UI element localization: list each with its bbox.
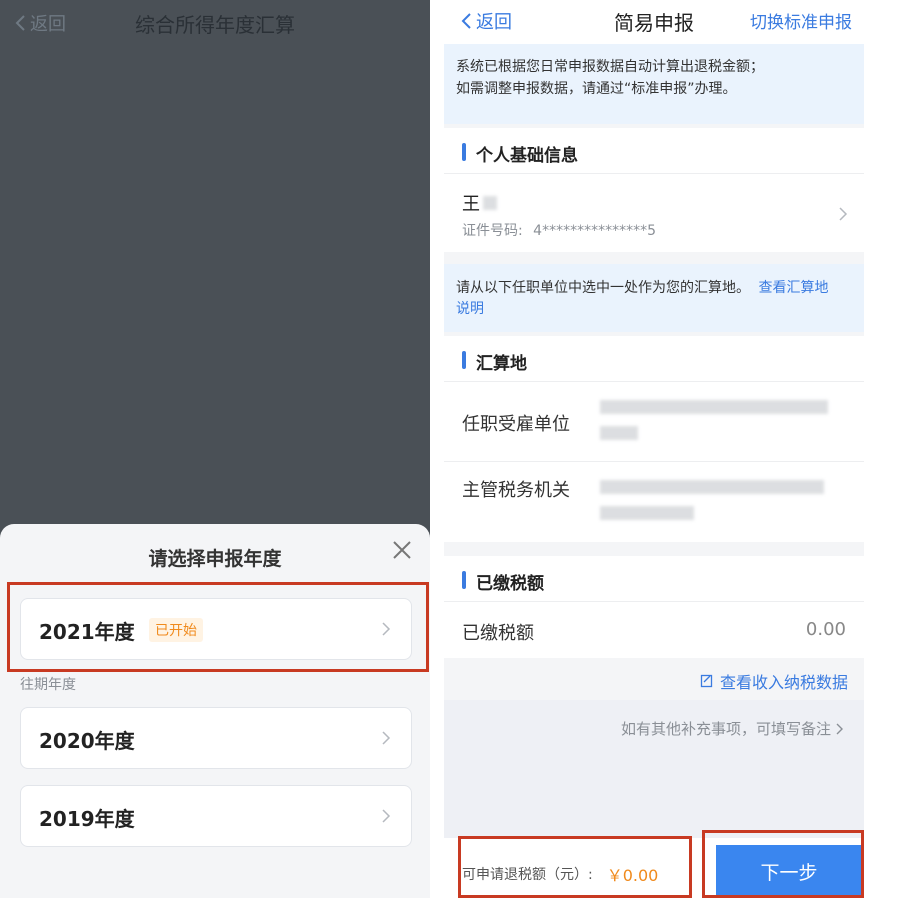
redacted-office-line2: [600, 506, 694, 520]
tax-office-label: 主管税务机关: [462, 480, 570, 501]
edit-note-icon: [700, 674, 713, 688]
view-income-link[interactable]: 查看收入纳税数据: [700, 669, 848, 693]
sheet-title: 请选择申报年度: [148, 548, 282, 570]
personal-info-header: 个人基础信息: [444, 128, 864, 174]
location-help-link[interactable]: 查看汇算地: [758, 280, 828, 296]
highlight-box-next: [702, 830, 864, 898]
id-number-line: 证件号码: 4***************5: [462, 220, 656, 240]
paid-tax-header: 已缴税额: [444, 556, 864, 602]
section-accent-bar: [462, 143, 466, 161]
right-nav-bar: 返回 简易申报 切换标准申报: [444, 0, 864, 44]
notice-line-2: 如需调整申报数据，请通过“标准申报”办理。: [456, 81, 737, 97]
left-top-bar: 返回 综合所得年度汇算: [0, 0, 430, 44]
paid-tax-label: 已缴税额: [462, 623, 534, 644]
remark-placeholder-text: 如有其他补充事项，可填写备注: [620, 720, 831, 738]
chevron-right-icon: [382, 809, 391, 823]
switch-standard-button[interactable]: 切换标准申报: [750, 8, 852, 33]
location-notice-text: 请从以下任职单位中选中一处作为您的汇算地。: [456, 280, 750, 296]
remark-placeholder: 如有其他补充事项，可填写备注: [621, 718, 844, 739]
location-help-link-cont[interactable]: 说明: [456, 301, 484, 317]
section-title: 个人基础信息: [476, 146, 578, 166]
paid-tax-value: 0.00: [805, 619, 846, 640]
close-icon[interactable]: [390, 538, 414, 562]
section-accent-bar: [462, 571, 466, 589]
redacted-employer-line2: [600, 426, 638, 440]
year-select-sheet: 请选择申报年度 2021年度 已开始 往期年度 2020年度 2019年度: [0, 524, 430, 898]
personal-info-row[interactable]: 王 证件号码: 4***************5: [444, 174, 864, 252]
past-years-label: 往期年度: [20, 677, 76, 693]
id-label: 证件号码:: [462, 223, 523, 239]
redacted-name: [483, 196, 497, 210]
year-option-label: 2019年度: [39, 807, 135, 831]
location-details: 任职受雇单位 主管税务机关: [444, 382, 864, 542]
id-value: 4***************5: [533, 223, 656, 239]
left-page-title: 综合所得年度汇算: [135, 13, 295, 37]
taxpayer-name: 王: [462, 194, 480, 215]
chevron-right-icon: [382, 731, 391, 745]
section-title: 汇算地: [476, 354, 527, 374]
section-title: 已缴税额: [476, 574, 544, 594]
section-accent-bar: [462, 351, 466, 369]
location-header: 汇算地: [444, 336, 864, 382]
location-notice: 请从以下任职单位中选中一处作为您的汇算地。 查看汇算地 说明: [444, 264, 864, 332]
redacted-office-line1: [600, 480, 824, 494]
paid-tax-row: 已缴税额 0.00: [444, 602, 864, 658]
chevron-right-icon: [839, 207, 848, 221]
remark-area[interactable]: 如有其他补充事项，可填写备注: [444, 700, 864, 838]
view-income-link-label: 查看收入纳税数据: [720, 673, 849, 692]
left-screen: 返回 综合所得年度汇算 请选择申报年度 2021年度 已开始 往期年度 2020…: [0, 0, 430, 898]
notice-line-1: 系统已根据您日常申报数据自动计算出退税金额；: [456, 59, 764, 75]
auto-calc-notice: 系统已根据您日常申报数据自动计算出退税金额； 如需调整申报数据，请通过“标准申报…: [444, 44, 864, 124]
year-option-2020[interactable]: 2020年度: [20, 707, 412, 769]
employer-label: 任职受雇单位: [462, 414, 570, 435]
chevron-right-icon: [836, 723, 843, 734]
redacted-employer-line1: [600, 400, 828, 414]
year-option-2019[interactable]: 2019年度: [20, 785, 412, 847]
right-screen: 返回 简易申报 切换标准申报 系统已根据您日常申报数据自动计算出退税金额； 如需…: [444, 0, 864, 898]
year-option-label: 2020年度: [39, 729, 135, 753]
highlight-box-current-year: [7, 582, 429, 672]
divider: [444, 461, 864, 462]
highlight-box-refund: [458, 836, 692, 898]
